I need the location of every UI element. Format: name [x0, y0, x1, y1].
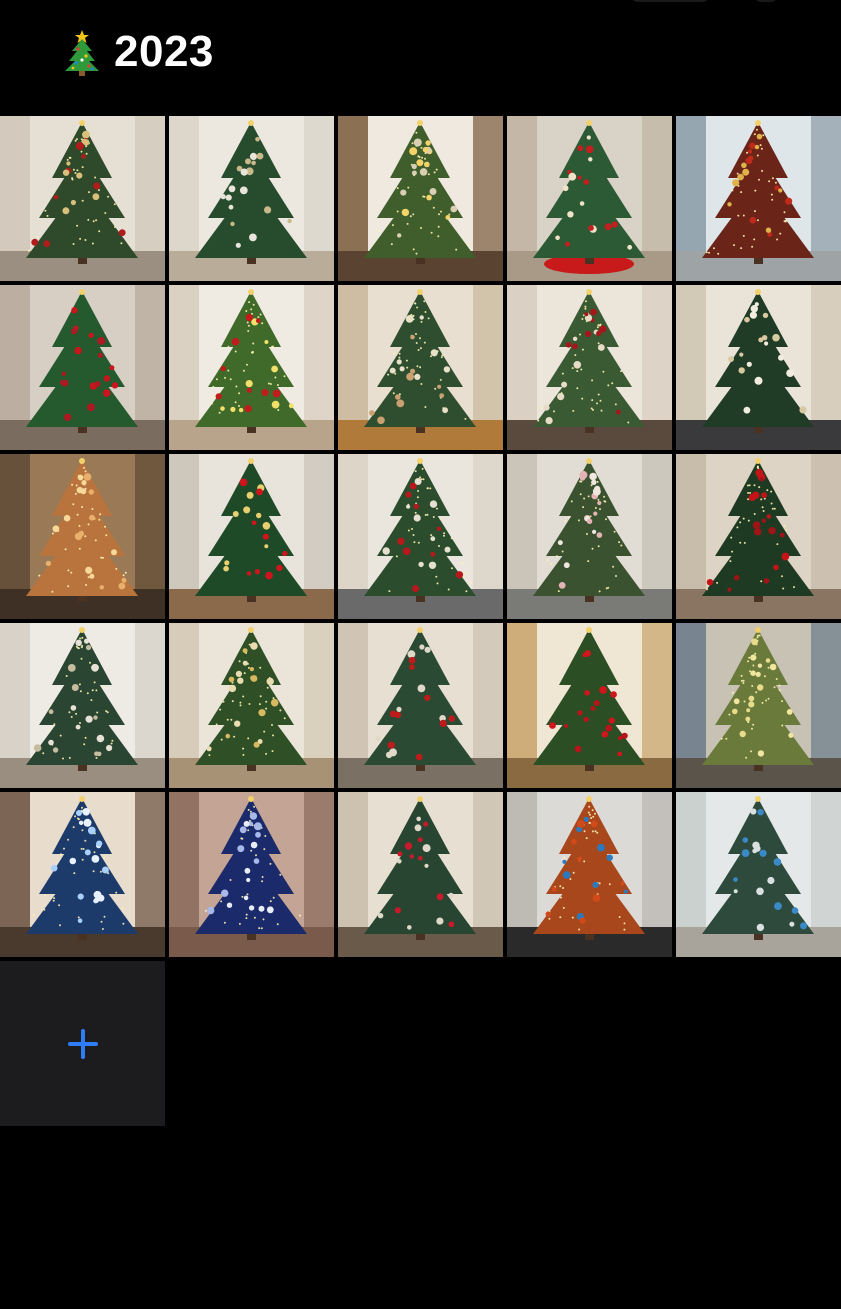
photo-thumbnail[interactable] [507, 454, 672, 619]
photo-thumbnail[interactable] [507, 285, 672, 450]
photo-thumbnail[interactable] [507, 623, 672, 788]
photo-thumbnail[interactable] [169, 285, 334, 450]
photo-thumbnail[interactable] [338, 792, 503, 957]
photo-image [338, 623, 503, 788]
photo-image [169, 623, 334, 788]
photo-image [676, 116, 841, 281]
photo-grid [0, 116, 841, 1126]
photo-image [0, 285, 165, 450]
photo-thumbnail[interactable] [507, 116, 672, 281]
photo-thumbnail[interactable] [338, 623, 503, 788]
photo-image [676, 623, 841, 788]
photo-image [0, 623, 165, 788]
photo-thumbnail[interactable] [676, 116, 841, 281]
photo-thumbnail[interactable] [676, 285, 841, 450]
photo-image [507, 454, 672, 619]
photo-image [338, 116, 503, 281]
photo-image [507, 792, 672, 957]
photo-image [676, 792, 841, 957]
photo-thumbnail[interactable] [169, 792, 334, 957]
photo-thumbnail[interactable] [0, 285, 165, 450]
photo-image [338, 792, 503, 957]
photo-image [676, 454, 841, 619]
status-bar-dot [755, 0, 777, 2]
photo-image [676, 285, 841, 450]
photo-image [0, 792, 165, 957]
photo-image [0, 454, 165, 619]
photo-image [169, 285, 334, 450]
album-header: 2023 [62, 24, 214, 80]
christmas-tree-icon [65, 30, 99, 76]
photo-thumbnail[interactable] [338, 285, 503, 450]
photo-thumbnail[interactable] [169, 116, 334, 281]
photo-image [0, 116, 165, 281]
photo-image [507, 285, 672, 450]
photo-thumbnail[interactable] [0, 116, 165, 281]
photo-thumbnail[interactable] [676, 623, 841, 788]
photo-image [169, 116, 334, 281]
photo-thumbnail[interactable] [507, 792, 672, 957]
photo-image [169, 792, 334, 957]
photo-thumbnail[interactable] [0, 454, 165, 619]
photo-image [507, 116, 672, 281]
photo-image [338, 285, 503, 450]
album-title: 2023 [114, 27, 214, 76]
photo-image [169, 454, 334, 619]
add-photo-button[interactable] [0, 961, 165, 1126]
photo-thumbnail[interactable] [0, 792, 165, 957]
photo-image [338, 454, 503, 619]
plus-icon [67, 1028, 99, 1060]
photo-thumbnail[interactable] [0, 623, 165, 788]
photo-thumbnail[interactable] [676, 454, 841, 619]
photo-thumbnail[interactable] [169, 454, 334, 619]
photo-thumbnail[interactable] [169, 623, 334, 788]
photo-thumbnail[interactable] [338, 116, 503, 281]
status-bar-indicator [630, 0, 710, 2]
photo-thumbnail[interactable] [338, 454, 503, 619]
photo-image [507, 623, 672, 788]
photo-thumbnail[interactable] [676, 792, 841, 957]
